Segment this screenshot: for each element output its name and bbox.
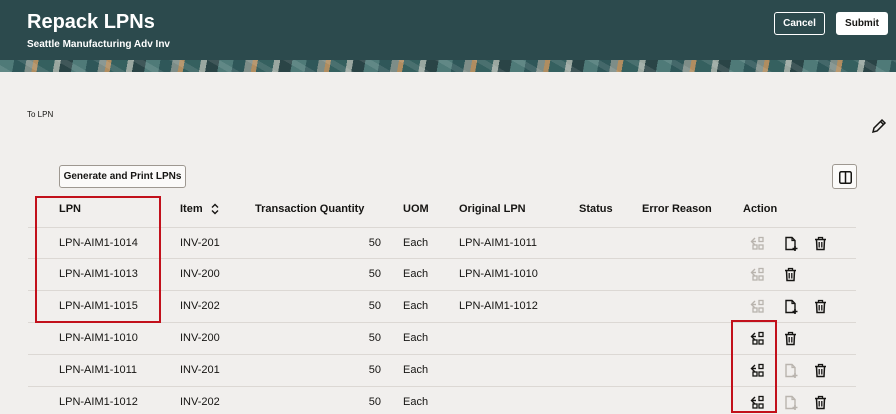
cancel-button[interactable]: Cancel bbox=[774, 12, 825, 35]
column-header-status[interactable]: Status bbox=[579, 203, 613, 215]
column-header-item[interactable]: Item bbox=[180, 203, 203, 215]
original-lpn-cell: LPN-AIM1-1010 bbox=[459, 268, 538, 280]
lpn-highlight-box bbox=[35, 196, 161, 323]
pencil-icon[interactable] bbox=[871, 118, 887, 134]
unpack-icon bbox=[750, 299, 765, 314]
to-lpn-label: To LPN bbox=[27, 110, 54, 119]
item-cell: INV-200 bbox=[180, 268, 220, 280]
lpn-cell: LPN-AIM1-1012 bbox=[59, 396, 138, 408]
original-lpn-cell: LPN-AIM1-1012 bbox=[459, 300, 538, 312]
generate-print-lpns-button[interactable]: Generate and Print LPNs bbox=[59, 165, 186, 188]
document-add-icon[interactable] bbox=[783, 236, 798, 251]
document-add-icon[interactable] bbox=[783, 299, 798, 314]
quantity-cell: 50 bbox=[368, 237, 381, 249]
item-cell: INV-201 bbox=[180, 237, 220, 249]
item-cell: INV-200 bbox=[180, 332, 220, 344]
item-cell: INV-202 bbox=[180, 396, 220, 408]
column-header-original-lpn[interactable]: Original LPN bbox=[459, 203, 526, 215]
uom-cell: Each bbox=[403, 268, 429, 280]
page-subtitle: Seattle Manufacturing Adv Inv bbox=[27, 39, 170, 50]
quantity-cell: 50 bbox=[368, 332, 381, 344]
quantity-cell: 50 bbox=[368, 268, 381, 280]
document-add-icon bbox=[783, 363, 798, 378]
uom-cell: Each bbox=[403, 237, 429, 249]
item-cell: INV-202 bbox=[180, 300, 220, 312]
unpack-icon bbox=[750, 236, 765, 251]
page-header: Repack LPNs Seattle Manufacturing Adv In… bbox=[0, 0, 896, 72]
action-highlight-box bbox=[731, 320, 777, 413]
lpn-cell: LPN-AIM1-1010 bbox=[59, 332, 138, 344]
columns-button[interactable] bbox=[832, 164, 857, 189]
unpack-icon bbox=[750, 267, 765, 282]
header-pattern bbox=[0, 60, 896, 72]
uom-cell: Each bbox=[403, 396, 429, 408]
trash-icon[interactable] bbox=[813, 363, 828, 378]
column-header-error-reason[interactable]: Error Reason bbox=[642, 203, 712, 215]
trash-icon[interactable] bbox=[813, 236, 828, 251]
sort-icon[interactable] bbox=[210, 203, 220, 215]
quantity-cell: 50 bbox=[368, 396, 381, 408]
quantity-cell: 50 bbox=[368, 300, 381, 312]
uom-cell: Each bbox=[403, 332, 429, 344]
trash-icon[interactable] bbox=[813, 395, 828, 410]
submit-button[interactable]: Submit bbox=[836, 12, 888, 35]
column-header-transaction-quantity[interactable]: Transaction Quantity bbox=[255, 203, 364, 215]
column-header-uom[interactable]: UOM bbox=[403, 203, 429, 215]
trash-icon[interactable] bbox=[783, 267, 798, 282]
page-title: Repack LPNs bbox=[27, 11, 155, 33]
columns-icon bbox=[839, 171, 852, 184]
uom-cell: Each bbox=[403, 300, 429, 312]
item-cell: INV-201 bbox=[180, 364, 220, 376]
original-lpn-cell: LPN-AIM1-1011 bbox=[459, 237, 538, 249]
lpn-cell: LPN-AIM1-1011 bbox=[59, 364, 138, 376]
uom-cell: Each bbox=[403, 364, 429, 376]
trash-icon[interactable] bbox=[783, 331, 798, 346]
document-add-icon bbox=[783, 395, 798, 410]
quantity-cell: 50 bbox=[368, 364, 381, 376]
column-header-action: Action bbox=[743, 203, 778, 215]
trash-icon[interactable] bbox=[813, 299, 828, 314]
